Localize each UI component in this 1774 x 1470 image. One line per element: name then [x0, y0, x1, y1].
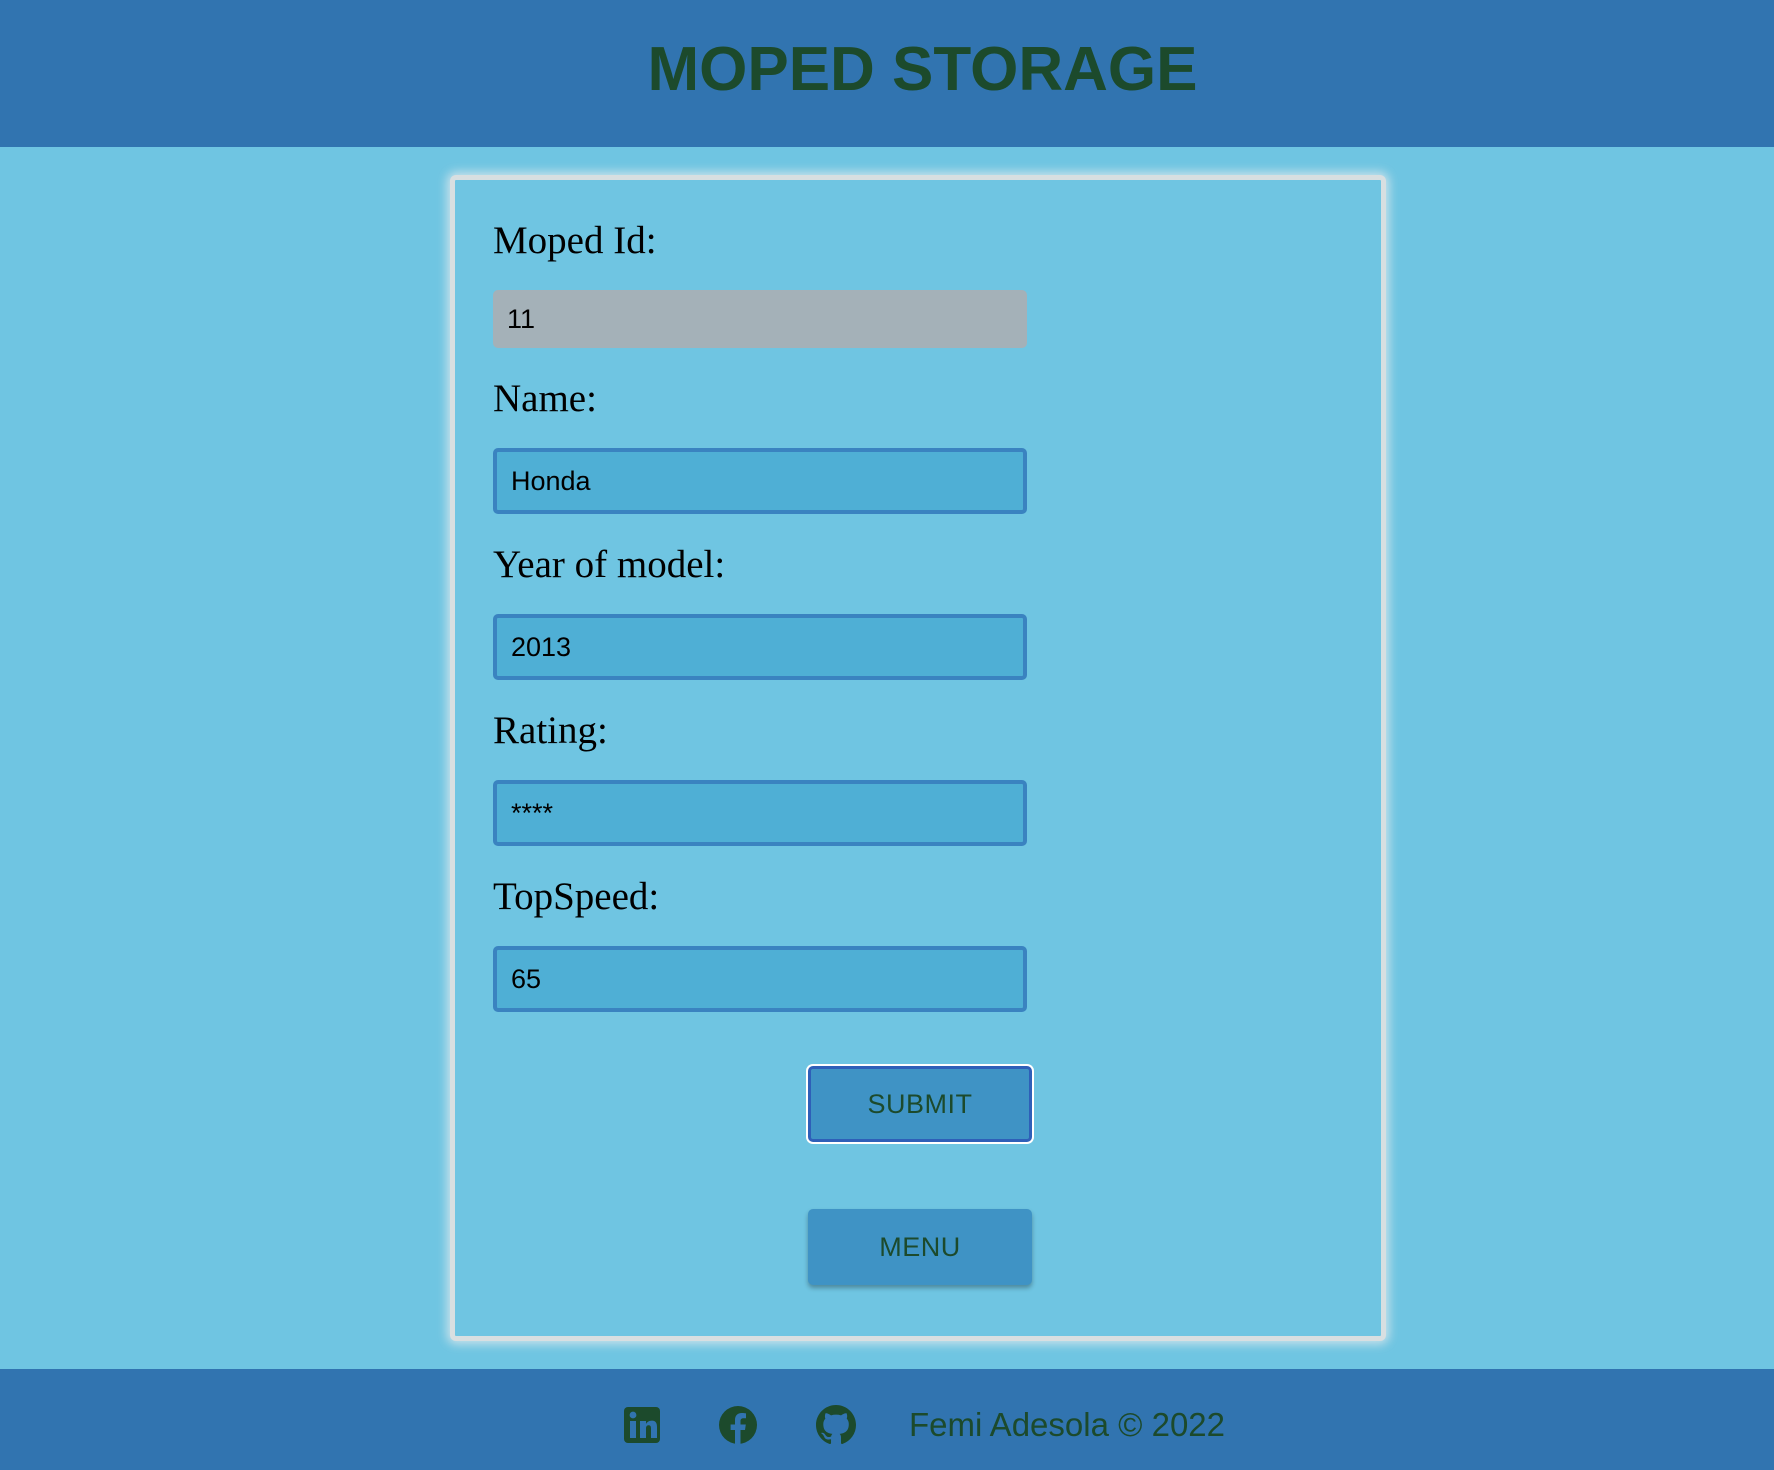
github-icon[interactable]	[816, 1405, 856, 1445]
top-speed-input[interactable]	[493, 946, 1027, 1012]
footer-credit: Femi Adesola © 2022	[909, 1406, 1225, 1443]
year-label: Year of model:	[493, 543, 726, 586]
moped-form-card	[450, 175, 1386, 1341]
name-label: Name:	[493, 377, 597, 420]
page-title: MOPED STORAGE	[647, 35, 1198, 104]
rating-input[interactable]	[493, 780, 1027, 846]
moped-id-field	[493, 290, 1027, 348]
year-input[interactable]	[493, 614, 1027, 680]
moped-id-label: Moped Id:	[493, 219, 657, 262]
name-input[interactable]	[493, 448, 1027, 514]
menu-button[interactable]: MENU	[808, 1209, 1032, 1285]
linkedin-icon[interactable]	[622, 1405, 662, 1445]
top-speed-label: TopSpeed:	[493, 875, 660, 918]
submit-button[interactable]: SUBMIT	[808, 1066, 1032, 1142]
footer-bar	[0, 1369, 1774, 1470]
facebook-icon[interactable]	[718, 1405, 758, 1445]
rating-label: Rating:	[493, 709, 608, 752]
